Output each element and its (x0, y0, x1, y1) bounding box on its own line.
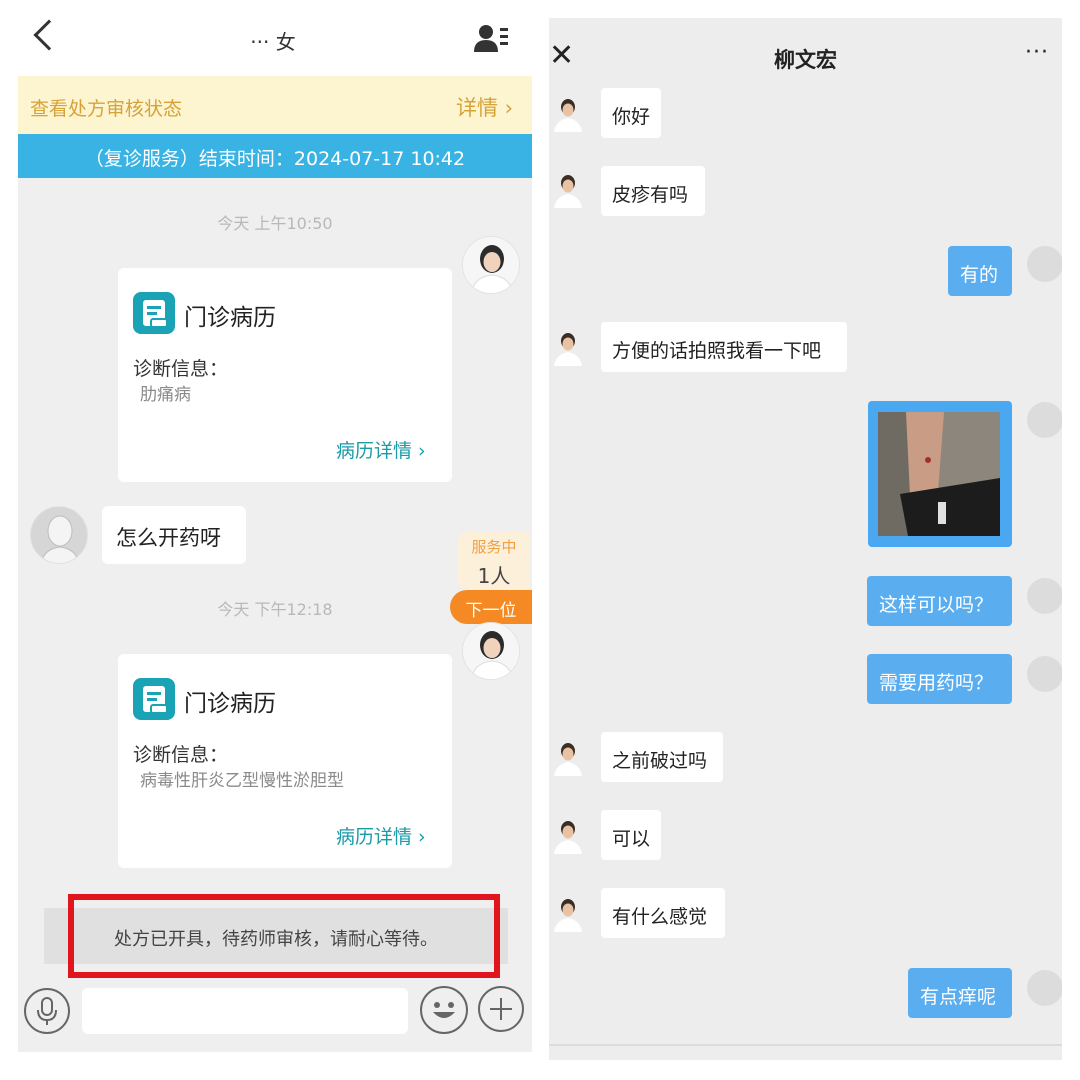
prescription-status-banner[interactable]: 查看处方审核状态 详情 › (18, 76, 532, 134)
message-text: 这样可以吗？ (879, 594, 994, 616)
plus-icon (490, 998, 512, 1020)
message-input[interactable] (82, 988, 408, 1034)
diagnosis-label: 诊断信息： (133, 744, 229, 766)
timestamp: 今天 上午10:50 (217, 214, 333, 233)
doctor-avatar (549, 738, 587, 776)
queue-status-label: 服务中 (471, 538, 517, 556)
outgoing-message: 需要用药吗？ (867, 654, 1012, 704)
message-text: 你好 (612, 106, 651, 128)
left-chat-panel: ··· 女 查看处方审核状态 详情 › （复诊服务）结束时间：2024-07-1… (18, 0, 532, 1052)
message-text: 可以 (612, 828, 651, 850)
service-end-text: （复诊服务）结束时间：2024-07-17 10:42 (84, 148, 466, 170)
back-button[interactable] (26, 12, 76, 62)
incoming-message: 可以 (601, 810, 661, 860)
emoji-button[interactable] (420, 986, 468, 1034)
medical-record-icon (133, 292, 175, 334)
record-details-link[interactable]: 病历详情 › (336, 822, 426, 849)
doctor-avatar (549, 816, 587, 854)
input-bar (18, 982, 532, 1052)
chat-header: ✕ 柳文宏 ··· (549, 18, 1062, 94)
medical-record-icon (133, 678, 175, 720)
banner-text: 查看处方审核状态 (30, 98, 183, 120)
doctor-avatar (549, 170, 587, 208)
incoming-message: 有什么感觉 (601, 888, 725, 938)
outgoing-message: 这样可以吗？ (867, 576, 1012, 626)
skin-photo (878, 412, 1000, 536)
user-avatar (1027, 402, 1062, 438)
message-text: 需要用药吗？ (879, 672, 994, 694)
more-options-button[interactable] (478, 986, 524, 1032)
message-text: 有点痒呢 (920, 986, 997, 1008)
profile-icon (474, 25, 508, 52)
doctor-avatar (549, 94, 587, 132)
user-avatar (1027, 578, 1062, 614)
banner-details-link[interactable]: 详情 › (456, 92, 513, 122)
back-chevron-icon (33, 19, 65, 51)
incoming-message: 你好 (601, 88, 661, 138)
queue-count: 1人 (477, 564, 511, 588)
message-text: 有的 (960, 264, 999, 286)
doctor-avatar (549, 894, 587, 932)
chat-header: ··· 女 (18, 0, 532, 76)
doctor-avatar (549, 328, 587, 366)
medical-record-card[interactable]: 门诊病历 诊断信息： 肋痛病 病历详情 › (118, 268, 452, 482)
doctor-avatar (462, 622, 520, 680)
user-avatar (1027, 656, 1062, 692)
microphone-icon (37, 997, 57, 1025)
record-details-link[interactable]: 病历详情 › (336, 436, 426, 463)
contact-name: 柳文宏 (774, 48, 837, 72)
message-text: 怎么开药呀 (116, 526, 221, 550)
patient-avatar (30, 506, 88, 564)
user-avatar (1027, 246, 1062, 282)
medical-record-card[interactable]: 门诊病历 诊断信息： 病毒性肝炎乙型慢性淤胆型 病历详情 › (118, 654, 452, 868)
incoming-message: 之前破过吗 (601, 732, 723, 782)
card-title: 门诊病历 (184, 691, 276, 717)
profile-button[interactable] (470, 20, 510, 60)
incoming-message: 方便的话拍照我看一下吧 (601, 322, 847, 372)
message-text: 之前破过吗 (612, 750, 708, 772)
diagnosis-value: 肋痛病 (140, 385, 191, 405)
card-title: 门诊病历 (184, 305, 276, 331)
doctor-avatar (462, 236, 520, 294)
message-text: 有什么感觉 (612, 906, 708, 928)
patient-title: ··· 女 (250, 30, 296, 54)
voice-button[interactable] (24, 988, 70, 1034)
outgoing-message: 有的 (948, 246, 1012, 296)
right-chat-panel: ✕ 柳文宏 ··· 你好 皮疹有吗 有的 方便的话拍照我看一下吧 这样可以吗？ … (549, 18, 1062, 1060)
incoming-message: 皮疹有吗 (601, 166, 705, 216)
queue-status-badge: 服务中 1人 (458, 532, 530, 590)
outgoing-message: 有点痒呢 (908, 968, 1012, 1018)
diagnosis-value: 病毒性肝炎乙型慢性淤胆型 (140, 771, 344, 791)
patient-message: 怎么开药呀 (102, 506, 246, 564)
more-icon[interactable]: ··· (1025, 40, 1055, 70)
diagnosis-label: 诊断信息： (133, 358, 229, 380)
message-text: 方便的话拍照我看一下吧 (612, 340, 822, 362)
image-message[interactable] (868, 401, 1012, 547)
emoji-icon (433, 1002, 455, 1018)
message-text: 皮疹有吗 (612, 184, 689, 206)
divider (549, 1044, 1062, 1046)
service-end-bar: （复诊服务）结束时间：2024-07-17 10:42 (18, 134, 532, 178)
timestamp: 今天 下午12:18 (217, 600, 333, 619)
highlight-box (68, 894, 500, 978)
user-avatar (1027, 970, 1062, 1006)
